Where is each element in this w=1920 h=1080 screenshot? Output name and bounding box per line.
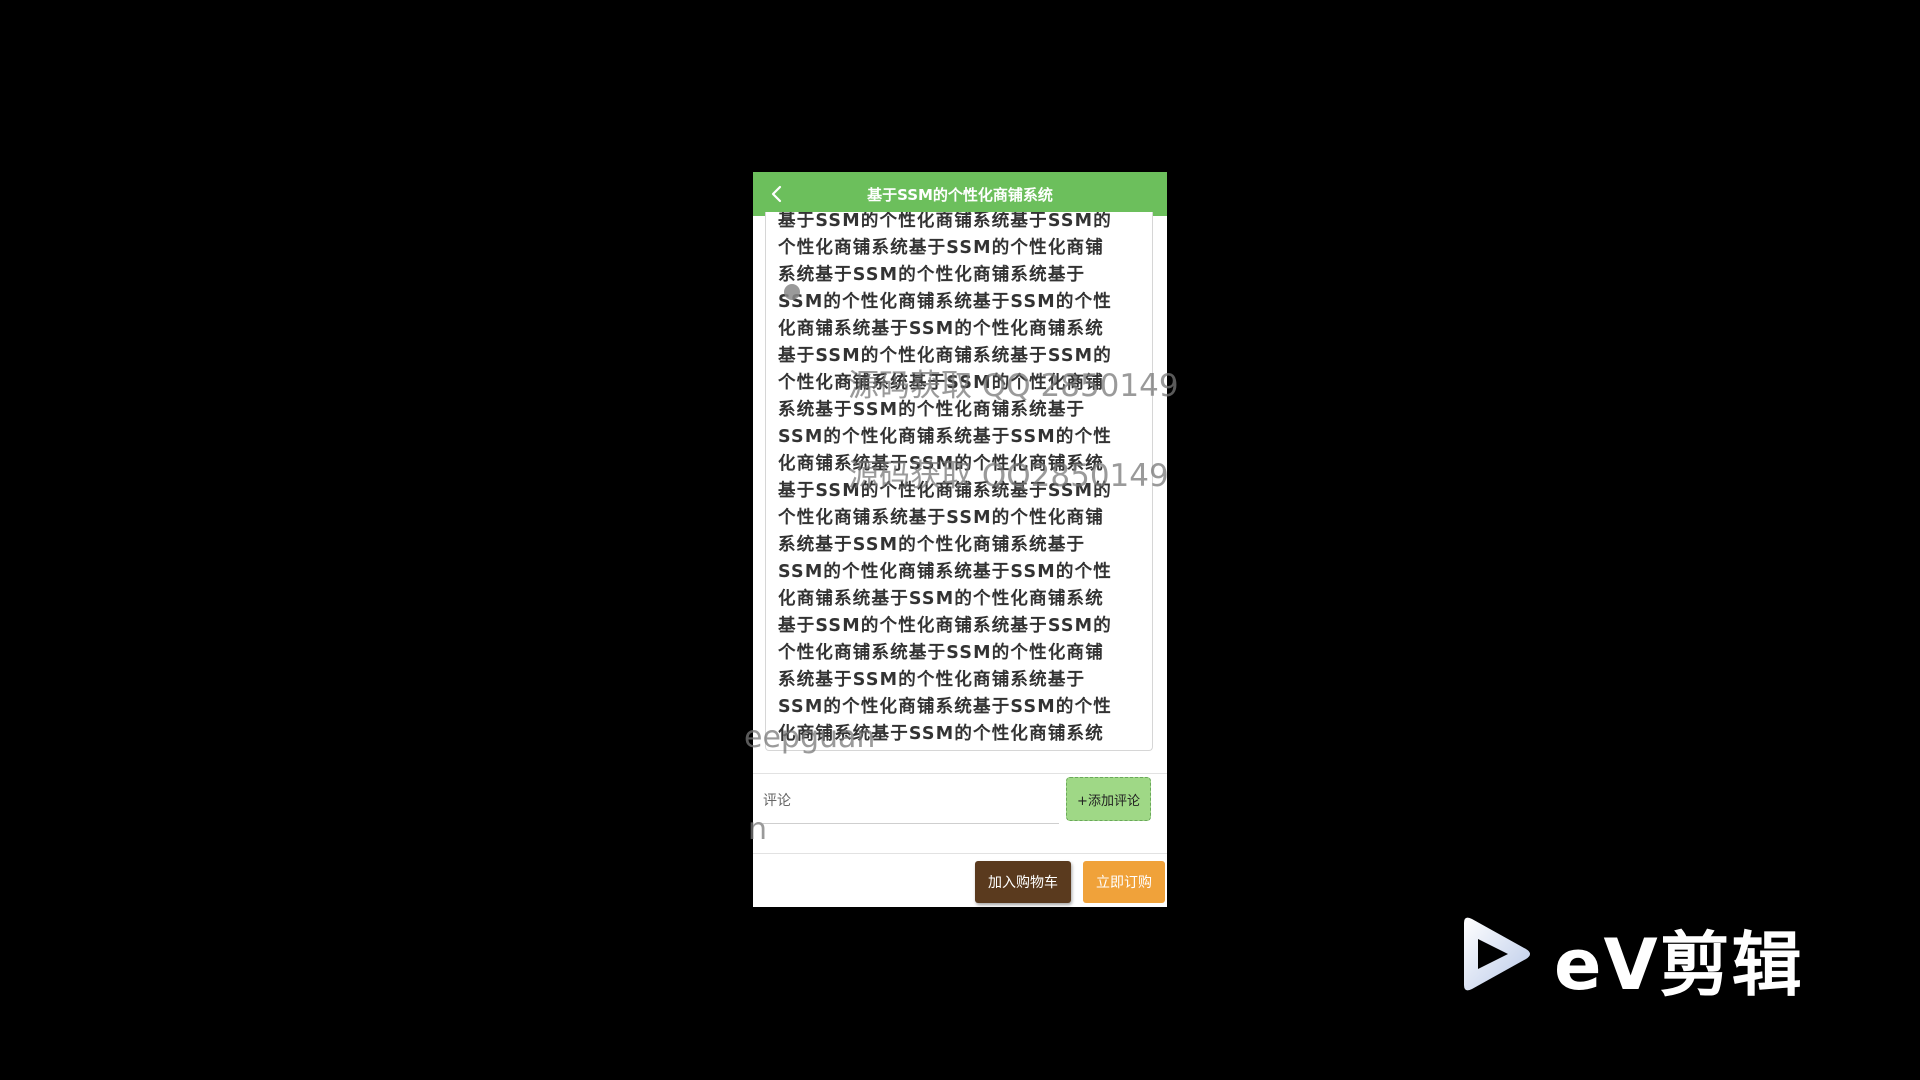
divider bbox=[753, 773, 1167, 774]
play-triangle-icon bbox=[1464, 917, 1530, 991]
buy-now-button[interactable]: 立即订购 bbox=[1083, 861, 1165, 903]
product-detail-text: 基于SSM的个性化商铺系统基于SSM的 个性化商铺系统基于SSM的个性化商铺 系… bbox=[778, 212, 1112, 744]
back-button[interactable] bbox=[761, 178, 793, 210]
video-frame: 基于SSM的个性化商铺系统 基于SSM的个性化商铺系统基于SSM的 个性化商铺系… bbox=[0, 0, 1920, 1080]
product-detail-box[interactable]: 基于SSM的个性化商铺系统基于SSM的 个性化商铺系统基于SSM的个性化商铺 系… bbox=[765, 212, 1153, 751]
mobile-app-window: 基于SSM的个性化商铺系统 基于SSM的个性化商铺系统基于SSM的 个性化商铺系… bbox=[753, 172, 1167, 907]
divider bbox=[753, 853, 1167, 854]
logo-text: eV剪辑 bbox=[1554, 924, 1804, 1006]
add-comment-button[interactable]: +添加评论 bbox=[1066, 777, 1151, 821]
app-header: 基于SSM的个性化商铺系统 bbox=[753, 172, 1167, 216]
comment-input[interactable] bbox=[763, 779, 1059, 824]
chevron-left-icon bbox=[771, 185, 782, 203]
add-to-cart-button[interactable]: 加入购物车 bbox=[975, 861, 1071, 903]
page-title: 基于SSM的个性化商铺系统 bbox=[867, 185, 1053, 204]
ev-editor-logo: eV剪辑 bbox=[1450, 905, 1820, 1006]
bottom-action-bar: 加入购物车 立即订购 bbox=[753, 855, 1167, 907]
comment-row: +添加评论 bbox=[753, 777, 1167, 829]
scroll-indicator bbox=[784, 284, 800, 300]
